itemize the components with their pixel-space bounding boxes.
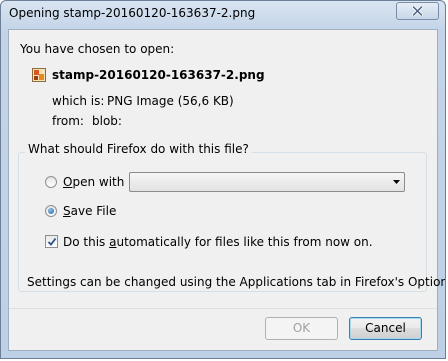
open-with-label-text: pen with bbox=[72, 175, 125, 189]
close-button[interactable] bbox=[396, 2, 439, 20]
save-file-radio[interactable] bbox=[45, 205, 57, 217]
checkmark-icon bbox=[47, 237, 57, 246]
open-with-label[interactable]: Open with bbox=[63, 175, 124, 189]
open-with-radio[interactable] bbox=[45, 176, 57, 188]
chevron-down-icon bbox=[393, 180, 400, 184]
close-icon bbox=[412, 6, 423, 16]
application-select[interactable] bbox=[129, 172, 405, 192]
dialog-body: You have chosen to open: stamp-20160120-… bbox=[8, 29, 445, 351]
save-file-label-text: ave File bbox=[70, 204, 117, 218]
ok-button[interactable]: OK bbox=[265, 317, 338, 340]
file-type-value: PNG Image (56,6 KB) bbox=[107, 94, 234, 108]
auto-action-label[interactable]: Do this automatically for files like thi… bbox=[63, 235, 373, 249]
png-file-icon bbox=[32, 68, 46, 82]
auto-action-checkbox[interactable] bbox=[45, 235, 58, 248]
auto-action-text-after: utomatically for files like this from no… bbox=[116, 235, 373, 249]
auto-action-text-before: Do this bbox=[63, 235, 110, 249]
settings-note: Settings can be changed using the Applic… bbox=[27, 275, 446, 289]
save-file-label[interactable]: Save File bbox=[63, 204, 116, 218]
which-is-label: which is: bbox=[52, 94, 105, 108]
cancel-button[interactable]: Cancel bbox=[349, 317, 422, 340]
from-label: from: bbox=[52, 114, 84, 128]
file-name: stamp-20160120-163637-2.png bbox=[52, 68, 265, 82]
save-file-access-key: S bbox=[63, 204, 71, 218]
action-question: What should Firefox do with this file? bbox=[25, 142, 252, 156]
intro-text: You have chosen to open: bbox=[20, 42, 175, 56]
from-value: blob: bbox=[92, 114, 122, 128]
title-bar[interactable]: Opening stamp-20160120-163637-2.png bbox=[1, 1, 445, 28]
dialog-window: Opening stamp-20160120-163637-2.png You … bbox=[0, 0, 446, 359]
window-title: Opening stamp-20160120-163637-2.png bbox=[9, 6, 256, 20]
